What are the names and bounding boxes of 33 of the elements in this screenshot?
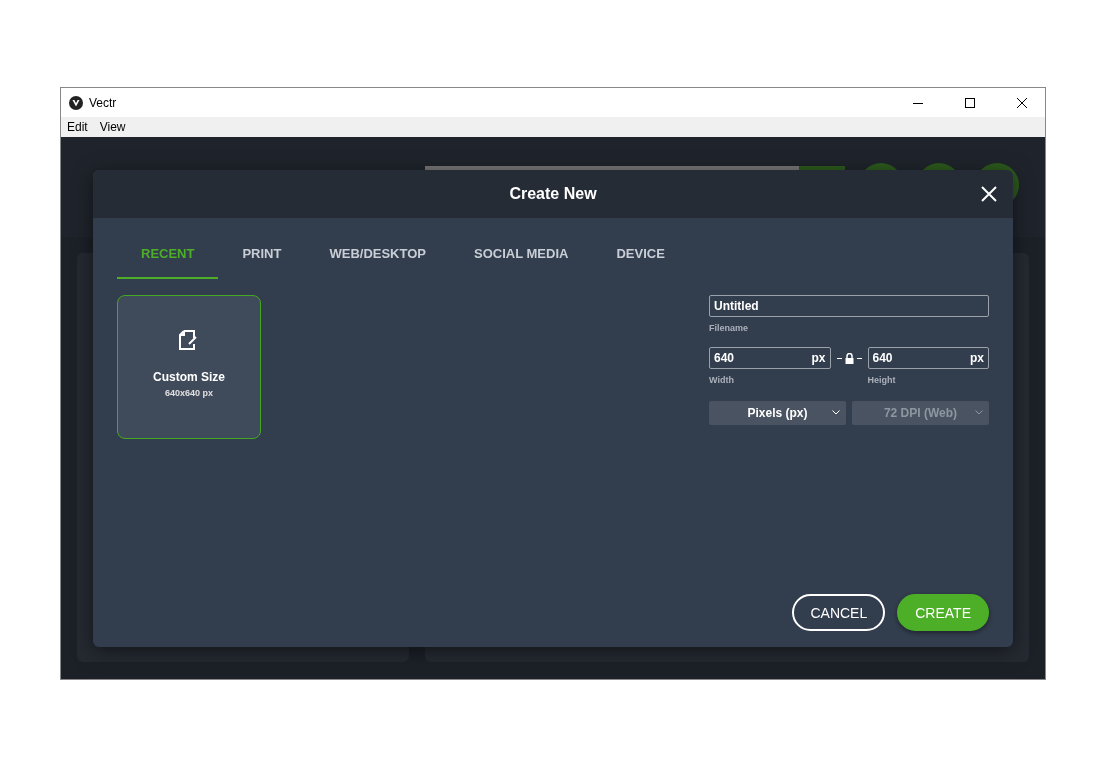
caret-icon [975,410,983,415]
unit-dropdown[interactable]: Pixels (px) [709,401,846,425]
menu-item[interactable]: Edit [67,120,88,134]
cancel-button[interactable]: CANCEL [792,594,886,631]
field-label: Filename [709,323,749,333]
menu-item[interactable]: View [99,120,126,134]
maximize-icon [965,97,975,108]
window-title: Vectr [89,95,118,110]
filename-field-value[interactable]: Untitled [714,299,984,313]
edit-document-icon [179,330,199,350]
close-button[interactable] [979,184,999,204]
category-tab[interactable]: RECENT [117,240,219,279]
preset-name: Custom Size [153,370,225,384]
height-field[interactable]: 640 px [867,347,989,369]
field-label: Width [709,375,735,385]
category-tab[interactable]: WEB/DESKTOP [305,240,450,279]
close-icon [1017,97,1027,108]
category-tab[interactable]: PRINT [218,240,306,279]
preset-card[interactable]: Custom Size 640x640 px [117,295,261,439]
lock-icon[interactable] [844,352,854,364]
filename-field[interactable]: Untitled [709,295,989,317]
width-field[interactable]: 640 px [709,347,831,369]
unit-label: px [970,351,984,365]
caret-icon [832,410,840,415]
width-field-value[interactable]: 640 [714,351,812,365]
height-field-value[interactable]: 640 [872,351,970,365]
unit-label: px [811,351,826,365]
dialog-title: Create New [509,185,597,203]
app-logo-icon [69,95,83,110]
preset-size: 640x640 px [164,388,213,398]
category-tab[interactable]: SOCIAL MEDIA [450,240,593,279]
category-tab[interactable]: DEVICE [592,240,689,279]
field-label: Height [867,375,897,385]
